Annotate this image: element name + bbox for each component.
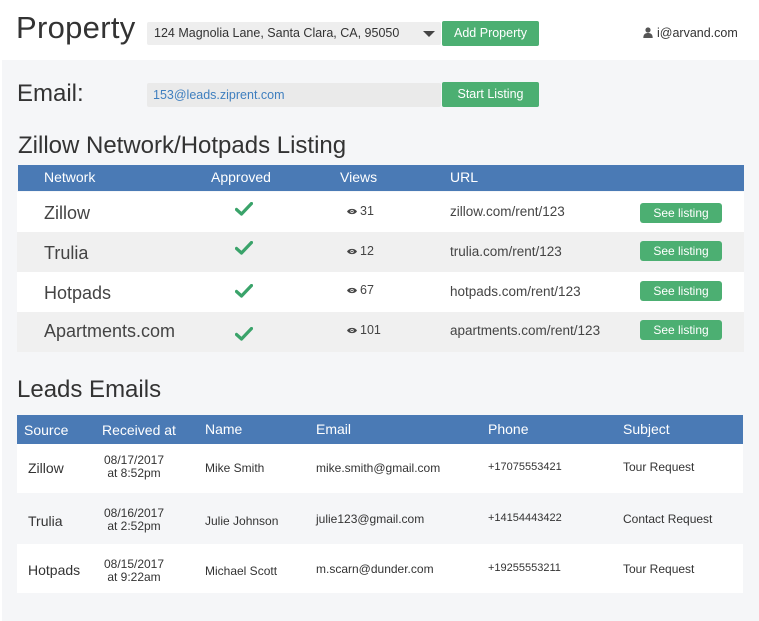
check-icon (235, 284, 253, 298)
network-name: Apartments.com (44, 321, 176, 341)
lead-subject: Contact Request (623, 512, 713, 526)
user-menu[interactable]: i@arvand.com (643, 26, 738, 40)
lead-email: m.scarn@dunder.com (316, 562, 434, 576)
lead-time: at 9:22am (107, 570, 161, 584)
lead-row-hotpads[interactable]: Hotpads 08/15/2017 at 9:22am Michael Sco… (17, 544, 743, 593)
lead-date: 08/17/2017 (103, 453, 165, 467)
column-phone: Phone (488, 421, 529, 437)
email-label: Email: (17, 80, 84, 107)
lead-phone: +14154443422 (488, 512, 562, 524)
views-count: 101 (347, 323, 381, 337)
caret-down-icon[interactable] (423, 31, 435, 37)
lead-date: 08/15/2017 (103, 557, 165, 571)
column-email: Email (316, 421, 352, 437)
listing-table-header: Network Approved Views URL (18, 165, 744, 191)
listing-url: zillow.com/rent/123 (450, 204, 565, 219)
see-listing-button[interactable]: See listing (640, 203, 722, 223)
lead-received-at: 08/17/2017 at 8:52pm (98, 454, 170, 480)
lead-name: Michael Scott (205, 564, 278, 578)
check-icon (235, 241, 253, 255)
column-url: URL (450, 169, 479, 185)
listing-row-zillow: Zillow 31 zillow.com/rent/123 See listin… (17, 192, 744, 232)
column-received-at: Received at (102, 422, 176, 438)
listing-url: apartments.com/rent/123 (450, 323, 601, 338)
email-field[interactable]: 153@leads.ziprent.com (147, 83, 441, 107)
eye-icon (347, 327, 357, 334)
views-count: 31 (347, 204, 374, 218)
user-icon (643, 27, 653, 38)
lead-name: Mike Smith (205, 461, 265, 475)
lead-row-trulia[interactable]: Trulia 08/16/2017 at 2:52pm Julie Johnso… (17, 494, 743, 543)
listing-row-apartments: Apartments.com 101 apartments.com/rent/1… (17, 312, 744, 352)
lead-source: Trulia (28, 513, 63, 529)
leads-table-header: Source Received at Name Email Phone Subj… (17, 415, 743, 444)
lead-row-zillow[interactable]: Zillow 08/17/2017 at 8:52pm Mike Smith m… (17, 444, 743, 493)
listing-url: hotpads.com/rent/123 (450, 284, 581, 299)
property-select[interactable]: 124 Magnolia Lane, Santa Clara, CA, 9505… (147, 22, 441, 45)
lead-subject: Tour Request (623, 460, 695, 474)
page-title: Property (16, 10, 136, 45)
network-name: Zillow (44, 203, 91, 223)
views-count: 67 (347, 283, 374, 297)
network-name: Trulia (44, 243, 89, 263)
column-approved: Approved (211, 169, 271, 185)
column-source: Source (24, 422, 69, 438)
lead-source: Zillow (28, 460, 64, 476)
column-name: Name (205, 421, 243, 437)
views-count: 12 (347, 244, 374, 258)
column-network: Network (44, 169, 96, 185)
listing-row-hotpads: Hotpads 67 hotpads.com/rent/123 See list… (17, 272, 744, 312)
lead-date: 08/16/2017 (103, 506, 165, 520)
listing-row-trulia: Trulia 12 trulia.com/rent/123 See listin… (17, 232, 744, 272)
views-value: 67 (360, 283, 374, 297)
column-subject: Subject (623, 421, 670, 437)
see-listing-button[interactable]: See listing (640, 241, 722, 261)
add-property-button[interactable]: Add Property (442, 21, 539, 46)
start-listing-button[interactable]: Start Listing (442, 82, 539, 107)
lead-source: Hotpads (28, 562, 81, 578)
eye-icon (347, 208, 357, 215)
eye-icon (347, 287, 357, 294)
views-value: 31 (360, 204, 374, 218)
leads-section-title: Leads Emails (17, 376, 162, 403)
check-icon (235, 327, 253, 341)
lead-received-at: 08/15/2017 at 9:22am (98, 558, 170, 584)
user-email: i@arvand.com (657, 26, 738, 40)
lead-email: julie123@gmail.com (316, 512, 425, 526)
property-select-value: 124 Magnolia Lane, Santa Clara, CA, 9505… (154, 26, 400, 40)
lead-email: mike.smith@gmail.com (316, 461, 441, 475)
views-value: 101 (360, 323, 381, 337)
lead-phone: +17075553421 (488, 461, 562, 473)
eye-icon (347, 248, 357, 255)
lead-name: Julie Johnson (205, 514, 279, 528)
top-bar: Property 124 Magnolia Lane, Santa Clara,… (0, 0, 759, 60)
check-icon (235, 202, 253, 216)
column-views: Views (340, 169, 378, 185)
listing-section-title: Zillow Network/Hotpads Listing (18, 132, 347, 159)
see-listing-button[interactable]: See listing (640, 320, 722, 340)
lead-phone: +19255553211 (488, 562, 561, 574)
listing-url: trulia.com/rent/123 (450, 244, 562, 259)
views-value: 12 (360, 244, 374, 258)
lead-time: at 8:52pm (107, 466, 161, 480)
network-name: Hotpads (44, 283, 112, 303)
lead-subject: Tour Request (623, 562, 695, 576)
see-listing-button[interactable]: See listing (640, 281, 722, 301)
lead-received-at: 08/16/2017 at 2:52pm (98, 507, 170, 533)
lead-time: at 2:52pm (107, 519, 161, 533)
